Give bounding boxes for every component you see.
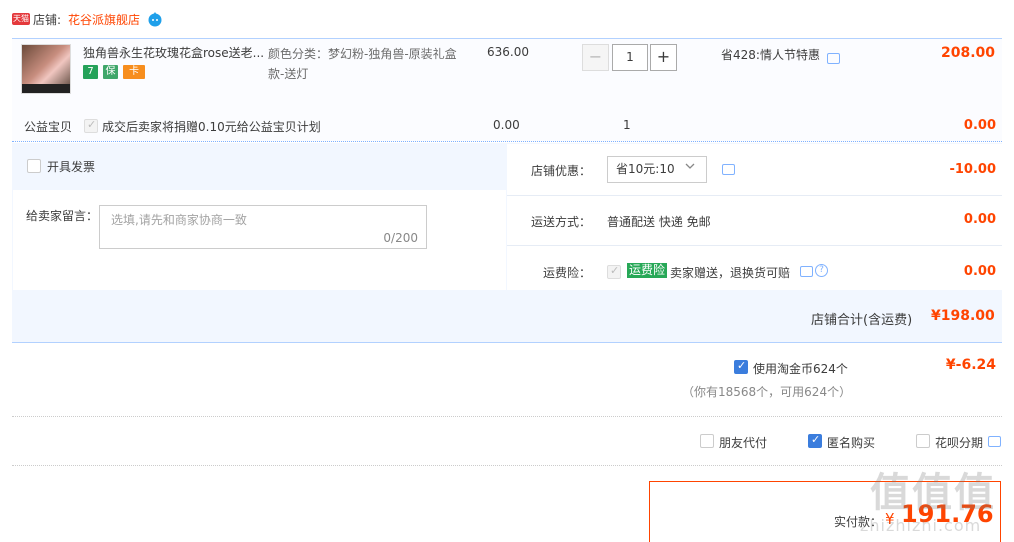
shipping-label: 运送方式： bbox=[531, 215, 592, 229]
help-icon[interactable]: ? bbox=[815, 264, 828, 277]
guarantee-badge[interactable]: 保 bbox=[103, 65, 118, 79]
invoice-checkbox[interactable] bbox=[27, 159, 41, 173]
huabei-label[interactable]: 花呗分期 bbox=[935, 434, 983, 451]
coins-checkbox[interactable] bbox=[734, 359, 748, 374]
row-divider bbox=[507, 195, 1002, 196]
invoice-label[interactable]: 开具发票 bbox=[47, 158, 95, 175]
shop-name-link[interactable]: 花谷派旗舰店 bbox=[68, 11, 140, 28]
coins-value: ¥-6.24 bbox=[945, 357, 996, 373]
huabei-checkbox[interactable] bbox=[916, 434, 930, 448]
card-badge[interactable]: 卡 bbox=[123, 65, 145, 79]
wangwang-icon[interactable] bbox=[147, 11, 163, 27]
shop-label: 店铺: bbox=[33, 13, 62, 27]
note-char-count: 0/200 bbox=[383, 231, 418, 245]
product-title-link[interactable]: 独角兽永生花玫瑰花盒rose送老... bbox=[83, 44, 265, 62]
thumbnail-caption-bar bbox=[22, 84, 70, 93]
item-subtotal: 208.00 bbox=[940, 45, 995, 61]
insurance-checkbox bbox=[607, 264, 621, 279]
seven-day-return-badge[interactable]: 7 bbox=[83, 65, 98, 79]
shipping-method: 普通配送 快递 免邮 bbox=[607, 215, 711, 229]
shop-total-label: 店铺合计(含运费) bbox=[811, 313, 913, 328]
charity-subtotal: 0.00 bbox=[963, 118, 996, 133]
divider bbox=[12, 416, 1002, 417]
anonymous-checkbox[interactable] bbox=[808, 433, 822, 448]
charity-checkbox bbox=[84, 118, 98, 133]
chat-icon[interactable] bbox=[722, 164, 735, 175]
unit-price: 636.00 bbox=[487, 45, 529, 59]
tmall-badge: 天猫 bbox=[12, 13, 30, 25]
insurance-tag: 运费险 bbox=[627, 263, 668, 278]
note-placeholder: 选填,请先和商家协商一致 bbox=[111, 213, 247, 227]
charity-price: 0.00 bbox=[493, 118, 520, 132]
charity-quantity: 1 bbox=[623, 118, 631, 132]
quantity-input[interactable]: 1 bbox=[612, 44, 648, 71]
shop-total-value: ¥198.00 bbox=[931, 308, 995, 324]
note-label: 给卖家留言： bbox=[26, 209, 99, 223]
insurance-text: 卖家赠送，退换货可赔 bbox=[670, 266, 791, 280]
chat-icon[interactable] bbox=[827, 53, 840, 64]
dropdown-arrow-icon[interactable] bbox=[684, 160, 696, 175]
shop-discount-value: -10.00 bbox=[949, 162, 996, 177]
charity-label: 公益宝贝 bbox=[24, 120, 73, 134]
friend-pay-checkbox[interactable] bbox=[700, 434, 714, 448]
friend-pay-label[interactable]: 朋友代付 bbox=[719, 434, 767, 451]
chat-icon[interactable] bbox=[988, 436, 1001, 447]
quantity-decrease-button[interactable]: − bbox=[582, 44, 609, 71]
shipping-value: 0.00 bbox=[963, 212, 996, 227]
insurance-label: 运费险： bbox=[543, 266, 592, 280]
quantity-increase-button[interactable]: + bbox=[650, 44, 677, 71]
product-sku: 颜色分类：梦幻粉-独角兽-原装礼盒款-送灯 bbox=[268, 47, 457, 81]
chat-icon[interactable] bbox=[800, 266, 813, 277]
promotion-text: 省428:情人节特惠 bbox=[721, 48, 820, 62]
watermark-url: zhizhizhi.com bbox=[860, 516, 982, 535]
row-divider bbox=[507, 245, 1002, 246]
coins-label[interactable]: 使用淘金币624个 bbox=[753, 360, 848, 377]
insurance-value: 0.00 bbox=[963, 264, 996, 279]
charity-text: 成交后卖家将捐赠0.10元给公益宝贝计划 bbox=[102, 120, 321, 134]
watermark: 值值值 bbox=[870, 470, 996, 516]
coins-note: （你有18568个，可用624个） bbox=[682, 385, 852, 399]
anonymous-label[interactable]: 匿名购买 bbox=[827, 434, 875, 451]
divider bbox=[12, 465, 1002, 466]
shop-discount-label: 店铺优惠： bbox=[531, 164, 592, 178]
